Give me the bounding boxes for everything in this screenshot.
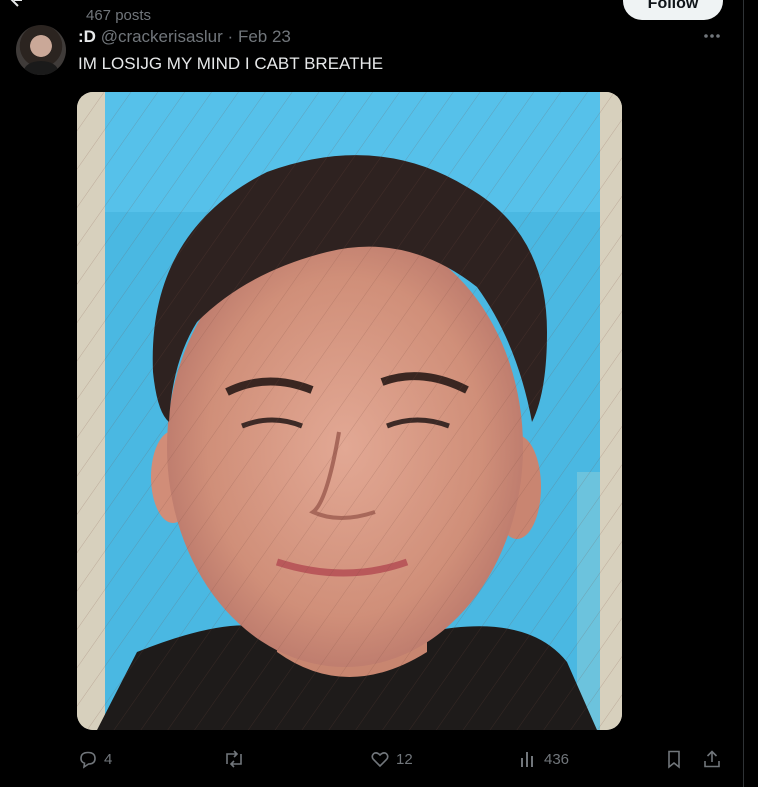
photo-image [77, 92, 622, 730]
back-arrow-icon[interactable] [8, 0, 28, 10]
more-dots-icon[interactable] [700, 26, 724, 46]
reply-button[interactable]: 4 [78, 743, 112, 775]
views-chart-icon [521, 752, 533, 767]
tweet-text: IM LOSIJG MY MIND I CABT BREATHE [78, 54, 384, 73]
views-button[interactable]: 436 [518, 743, 569, 775]
reply-count: 4 [104, 750, 113, 768]
display-name[interactable]: :D [78, 27, 96, 46]
tweet-date[interactable]: Feb 23 [238, 27, 291, 46]
views-count: 436 [544, 750, 570, 768]
share-icon [704, 750, 720, 768]
tweet-header: :D @crackerisaslur · Feb 23 [78, 27, 291, 47]
reply-icon [80, 751, 96, 769]
user-handle[interactable]: @crackerisaslur [101, 27, 223, 46]
post-count: 467 posts [86, 7, 152, 24]
timeline-border [743, 0, 744, 787]
avatar-shirt [24, 61, 58, 75]
bookmark-icon [668, 750, 680, 769]
like-button[interactable]: 12 [370, 743, 413, 775]
repost-button[interactable] [222, 743, 252, 775]
repost-icon [226, 750, 242, 768]
bookmark-button[interactable] [664, 743, 684, 775]
tweet-photo[interactable] [77, 92, 622, 730]
separator: · [227, 27, 234, 46]
heart-icon [371, 752, 389, 768]
follow-button[interactable]: Follow [623, 0, 723, 20]
like-count: 12 [396, 750, 413, 768]
share-button[interactable] [702, 743, 722, 775]
avatar[interactable] [16, 25, 66, 75]
action-bar: 4 12 436 [0, 743, 743, 775]
